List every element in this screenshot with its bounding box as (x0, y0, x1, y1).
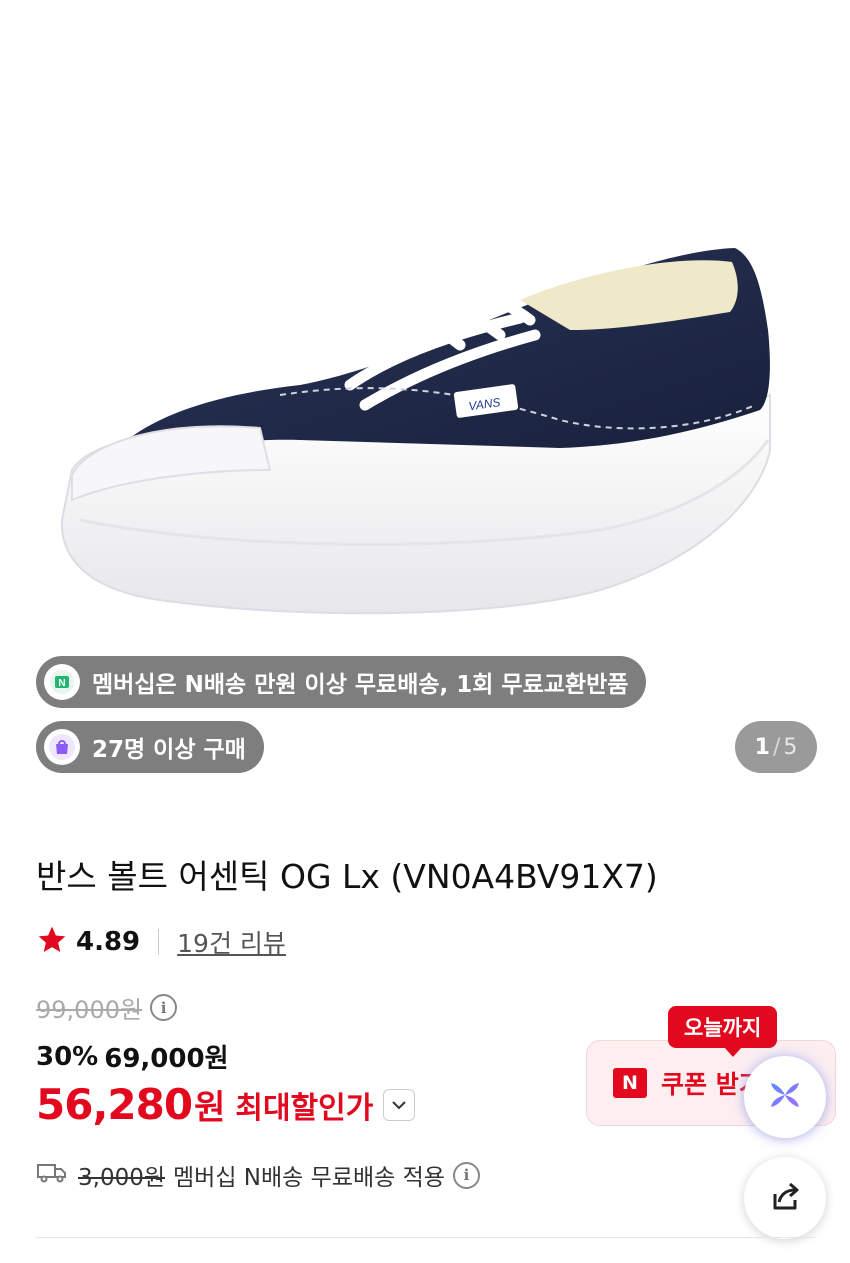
rating-score: 4.89 (76, 927, 141, 957)
membership-n-icon: N (44, 664, 80, 700)
buyers-badge: 27명 이상 구매 (36, 721, 264, 773)
gallery-total: 5 (783, 734, 798, 760)
max-discount-price: 56,280 (36, 1080, 193, 1129)
membership-badge: N 멤버십은 N배송 만원 이상 무료배송, 1회 무료교환반품 (36, 656, 647, 708)
truck-icon (36, 1160, 68, 1190)
shipping-row: 3,000원 멤버십 N배송 무료배송 적용 i (36, 1158, 480, 1192)
membership-badge-text: 멤버십은 N배송 만원 이상 무료배송, 1회 무료교환반품 (92, 672, 629, 698)
ai-assistant-icon (765, 1075, 805, 1119)
max-discount-label: 최대할인가 (235, 1090, 374, 1126)
sale-price: 69,000원 (104, 1044, 229, 1074)
gallery-counter: 1 / 5 (735, 721, 817, 773)
max-discount-row: 56,280 원 최대할인가 (36, 1080, 416, 1129)
rating-divider (158, 929, 160, 955)
coupon-n-badge: N (613, 1068, 647, 1098)
ai-assistant-button[interactable] (744, 1056, 826, 1138)
chevron-down-icon[interactable] (383, 1088, 416, 1121)
gallery-separator: / (772, 734, 781, 760)
shipping-text: 멤버십 N배송 무료배송 적용 (173, 1165, 445, 1191)
rating-row: 4.89 19건 리뷰 (36, 922, 286, 962)
buyers-badge-text: 27명 이상 구매 (92, 737, 246, 763)
original-price: 99,000원 (36, 996, 143, 1024)
info-icon[interactable]: i (150, 994, 178, 1021)
star-icon (36, 924, 68, 960)
max-discount-unit: 원 (194, 1088, 226, 1128)
shipping-original-fee: 3,000원 (78, 1165, 166, 1191)
share-icon (765, 1176, 805, 1220)
original-price-row: 99,000원 i (36, 990, 178, 1025)
reviews-link[interactable]: 19건 리뷰 (177, 924, 286, 960)
gallery-current: 1 (754, 734, 770, 760)
section-divider (36, 1237, 816, 1238)
discount-percent: 30% (36, 1041, 99, 1072)
sale-price-row: 30% 69,000원 (36, 1038, 229, 1075)
product-title: 반스 볼트 어센틱 OG Lx (VN0A4BV91X7) (36, 857, 658, 896)
bag-icon (44, 729, 80, 765)
coupon-deadline-tag: 오늘까지 (668, 1006, 778, 1057)
shipping-info-icon[interactable]: i (452, 1161, 480, 1189)
svg-text:N: N (58, 678, 65, 689)
share-button[interactable] (744, 1157, 826, 1239)
